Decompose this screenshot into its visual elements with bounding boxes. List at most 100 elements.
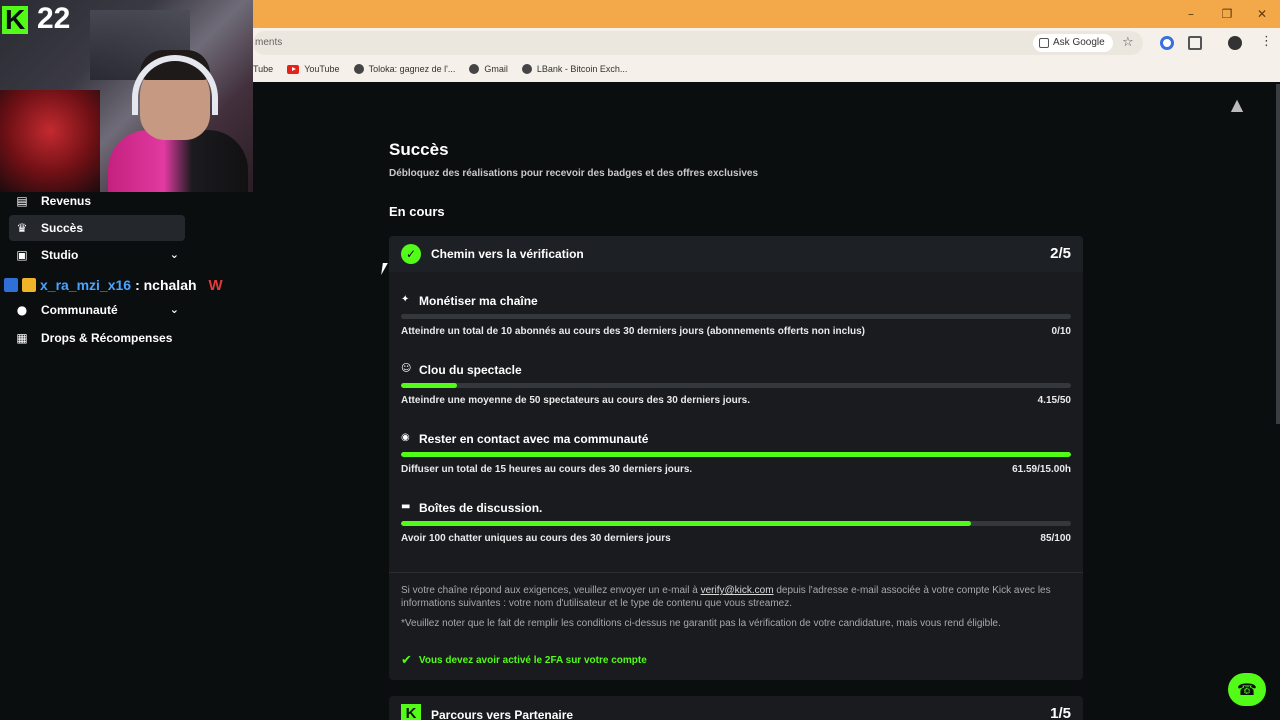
studio-icon: ▣ bbox=[16, 248, 28, 262]
bookmark-label: Toloka: gagnez de l'... bbox=[368, 64, 456, 74]
user-avatar-icon[interactable]: ▲ bbox=[1226, 95, 1248, 114]
card-count: 2/5 bbox=[1050, 245, 1071, 262]
disclaimer-note: *Veuillez noter que le fait de remplir l… bbox=[401, 618, 1001, 629]
bookmarks-bar: Tube YouTube Toloka: gagnez de l'... Gma… bbox=[253, 60, 627, 78]
bookmark-item[interactable]: LBank - Bitcoin Exch... bbox=[521, 64, 628, 74]
sidebar-item-label: Succès bbox=[41, 221, 84, 235]
address-bar[interactable] bbox=[253, 31, 1143, 55]
task-item: ▬ Boîtes de discussion. Avoir 100 chatte… bbox=[401, 501, 1071, 561]
achievement-card-partner[interactable]: K Parcours vers Partenaire 1/5 bbox=[389, 696, 1083, 720]
task-value: 4.15/50 bbox=[1037, 395, 1071, 406]
chevron-down-icon[interactable]: ⌄ bbox=[170, 248, 179, 261]
broadcast-icon: ◉ bbox=[401, 432, 410, 443]
progress-track bbox=[401, 452, 1071, 457]
minimize-icon[interactable]: – bbox=[1182, 6, 1200, 22]
requirement-item: ✔ Vous devez avoir activé le 2FA sur vot… bbox=[401, 653, 647, 668]
sidebar-item-label: Revenus bbox=[41, 194, 92, 208]
ask-google-button[interactable]: Ask Google bbox=[1033, 34, 1113, 52]
webcam-number: 22 bbox=[37, 2, 71, 35]
bookmark-item[interactable]: Tube bbox=[253, 64, 273, 74]
url-text: ments bbox=[255, 37, 283, 48]
chat-badge-icon bbox=[4, 278, 18, 292]
community-icon: ● bbox=[16, 303, 28, 317]
kick-badge-icon: K bbox=[401, 704, 421, 720]
globe-icon bbox=[521, 64, 532, 74]
webcam-poster bbox=[0, 90, 100, 192]
restore-icon[interactable]: ❐ bbox=[1218, 6, 1236, 22]
bookmark-item[interactable]: Toloka: gagnez de l'... bbox=[353, 64, 456, 74]
bookmark-item[interactable]: Gmail bbox=[469, 64, 508, 74]
trophy-icon: ♛ bbox=[16, 221, 28, 235]
scrollbar[interactable] bbox=[1276, 84, 1280, 424]
chevron-down-icon[interactable]: ⌄ bbox=[170, 303, 179, 316]
progress-track bbox=[401, 314, 1071, 319]
check-icon: ✔ bbox=[401, 653, 412, 668]
webcam-overlay: 22 bbox=[0, 0, 253, 192]
globe-icon bbox=[469, 64, 480, 74]
card-title: Chemin vers la vérification bbox=[431, 247, 584, 261]
task-title: Boîtes de discussion. bbox=[419, 501, 543, 515]
chat-message: : nchalah bbox=[135, 277, 197, 293]
progress-fill bbox=[401, 383, 457, 388]
requirement-text: Vous devez avoir activé le 2FA sur votre… bbox=[418, 655, 647, 666]
task-title: Monétiser ma chaîne bbox=[419, 294, 538, 308]
divider bbox=[389, 572, 1083, 573]
bookmark-item[interactable]: YouTube bbox=[287, 64, 340, 74]
progress-fill bbox=[401, 452, 1071, 457]
sidebar-item-label: Studio bbox=[41, 248, 79, 262]
card-title: Parcours vers Partenaire bbox=[431, 708, 574, 720]
page-title: Succès bbox=[389, 140, 449, 159]
sidebar-item-revenus[interactable]: ▤ Revenus bbox=[9, 188, 185, 214]
task-description: Diffuser un total de 15 heures au cours … bbox=[401, 464, 693, 475]
sidebar-item-label: Drops & Récompenses bbox=[41, 331, 173, 345]
sidebar-item-communaute[interactable]: ● Communauté ⌄ bbox=[9, 297, 185, 323]
kick-logo bbox=[2, 6, 28, 34]
mouse-cursor-icon bbox=[381, 263, 391, 275]
sidebar-item-succes[interactable]: ♛ Succès bbox=[9, 215, 185, 241]
sidebar-item-studio[interactable]: ▣ Studio ⌄ bbox=[9, 242, 185, 268]
sidebar bbox=[0, 192, 253, 720]
achievement-card: ✓ Chemin vers la vérification 2/5 ✦ Moné… bbox=[389, 236, 1083, 680]
youtube-icon bbox=[287, 64, 300, 74]
sidebar-item-label: Communauté bbox=[41, 303, 118, 317]
ask-google-label: Ask Google bbox=[1053, 37, 1105, 48]
task-item: ✦ Monétiser ma chaîne Atteindre un total… bbox=[401, 294, 1071, 354]
task-title: Rester en contact avec ma communauté bbox=[419, 432, 649, 446]
bookmark-star-icon[interactable]: ☆ bbox=[1122, 35, 1134, 50]
chat-overlay: x_ra_mzi_x16 : nchalah W bbox=[4, 276, 223, 294]
progress-track bbox=[401, 521, 1071, 526]
browser-menu-icon[interactable]: ⋮ bbox=[1260, 34, 1273, 49]
page-subtitle: Débloquez des réalisations pour recevoir… bbox=[389, 168, 759, 179]
viewers-icon: ☺ bbox=[401, 363, 412, 374]
sidebar-item-drops[interactable]: ▦ Drops & Récompenses bbox=[9, 325, 185, 351]
section-title: En cours bbox=[389, 204, 445, 219]
note-text: Si votre chaîne répond aux exigences, ve… bbox=[401, 585, 701, 596]
task-title: Clou du spectacle bbox=[419, 363, 522, 377]
task-item: ☺ Clou du spectacle Atteindre une moyenn… bbox=[401, 363, 1071, 423]
task-value: 61.59/15.00h bbox=[1012, 464, 1071, 475]
close-icon[interactable]: ✕ bbox=[1253, 6, 1271, 22]
card-header[interactable]: ✓ Chemin vers la vérification 2/5 bbox=[389, 236, 1083, 272]
verify-email-link[interactable]: verify@kick.com bbox=[701, 585, 774, 596]
card-count: 1/5 bbox=[1050, 705, 1071, 720]
task-item: ◉ Rester en contact avec ma communauté D… bbox=[401, 432, 1071, 492]
crown-icon bbox=[22, 278, 36, 292]
task-description: Atteindre un total de 10 abonnés au cour… bbox=[401, 326, 865, 337]
puzzle-icon[interactable] bbox=[1188, 36, 1202, 50]
bookmark-label: LBank - Bitcoin Exch... bbox=[536, 64, 628, 74]
gift-icon: ▦ bbox=[16, 331, 28, 345]
task-description: Avoir 100 chatter uniques au cours des 3… bbox=[401, 533, 671, 544]
chat-suffix: W bbox=[208, 276, 223, 294]
verification-note: Si votre chaîne répond aux exigences, ve… bbox=[401, 584, 1071, 610]
chart-icon: ▤ bbox=[16, 194, 28, 208]
progress-track bbox=[401, 383, 1071, 388]
globe-icon bbox=[353, 64, 364, 74]
bookmark-label: Tube bbox=[253, 64, 274, 74]
profile-avatar[interactable] bbox=[1228, 36, 1242, 50]
bookmark-label: Gmail bbox=[484, 64, 508, 74]
extension-icon[interactable] bbox=[1160, 36, 1174, 50]
verified-badge-icon: ✓ bbox=[401, 244, 421, 264]
chat-username: x_ra_mzi_x16 bbox=[40, 277, 132, 293]
support-chat-button[interactable]: ☎ bbox=[1228, 673, 1266, 706]
chat-bubble-icon: ▬ bbox=[401, 501, 411, 512]
